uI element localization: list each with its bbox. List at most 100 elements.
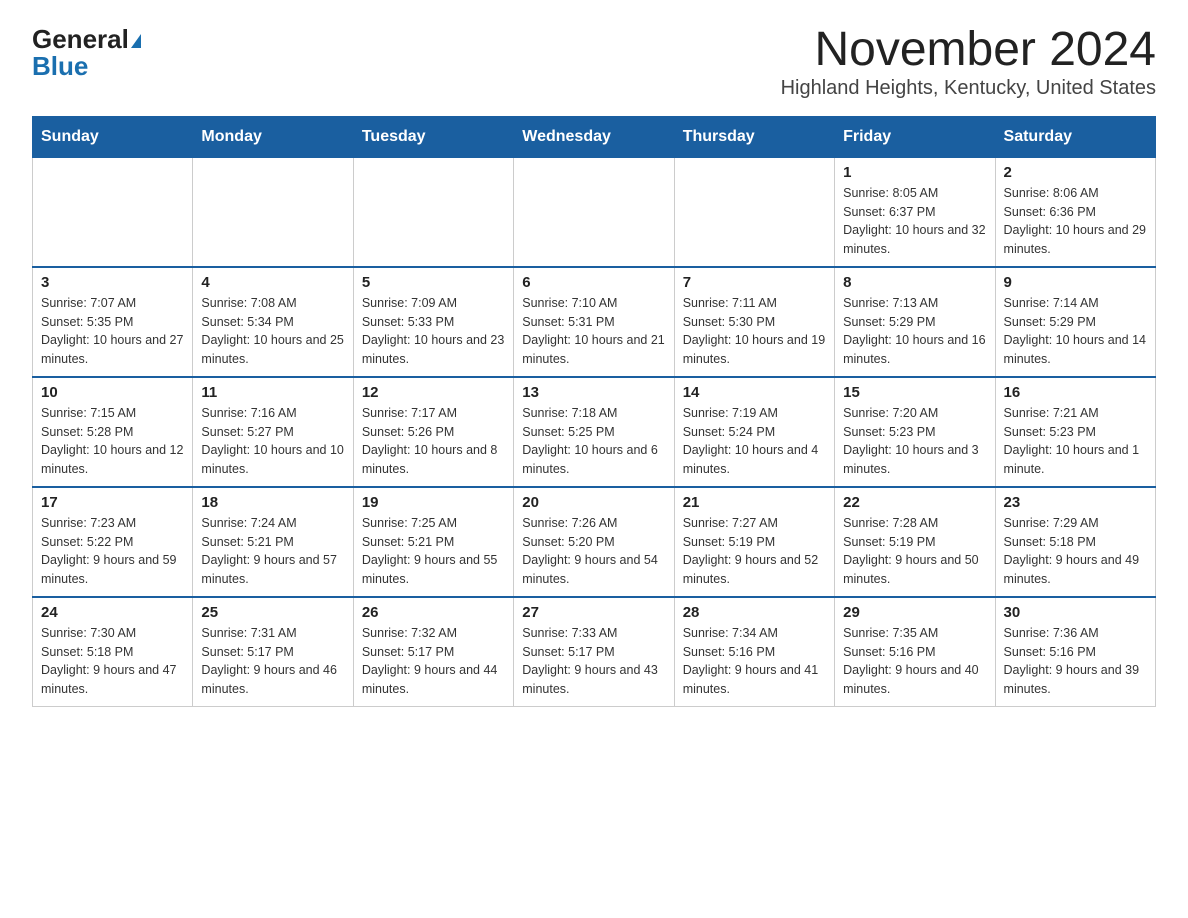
day-number: 2: [1004, 164, 1147, 181]
sun-info: Sunrise: 7:23 AMSunset: 5:22 PMDaylight:…: [41, 514, 184, 589]
day-number: 24: [41, 604, 184, 621]
table-row: [33, 157, 193, 267]
day-number: 26: [362, 604, 505, 621]
sun-info: Sunrise: 7:26 AMSunset: 5:20 PMDaylight:…: [522, 514, 665, 589]
day-number: 10: [41, 384, 184, 401]
table-row: 20 Sunrise: 7:26 AMSunset: 5:20 PMDayligh…: [514, 487, 674, 597]
calendar-header-row: Sunday Monday Tuesday Wednesday Thursday…: [33, 117, 1156, 157]
day-number: 22: [843, 494, 986, 511]
table-row: 9 Sunrise: 7:14 AMSunset: 5:29 PMDaylight…: [995, 267, 1155, 377]
table-row: 15 Sunrise: 7:20 AMSunset: 5:23 PMDayligh…: [835, 377, 995, 487]
day-number: 3: [41, 274, 184, 291]
table-row: 10Sunrise: 7:15 AMSunset: 5:28 PMDayligh…: [33, 377, 193, 487]
sun-info: Sunrise: 7:21 AMSunset: 5:23 PMDaylight:…: [1004, 404, 1147, 479]
table-row: 30 Sunrise: 7:36 AMSunset: 5:16 PMDayligh…: [995, 597, 1155, 707]
sun-info: Sunrise: 7:34 AMSunset: 5:16 PMDaylight:…: [683, 624, 826, 699]
sun-info: Sunrise: 7:17 AMSunset: 5:26 PMDaylight:…: [362, 404, 505, 479]
sun-info: Sunrise: 7:10 AMSunset: 5:31 PMDaylight:…: [522, 294, 665, 369]
sun-info: Sunrise: 7:16 AMSunset: 5:27 PMDaylight:…: [201, 404, 344, 479]
sun-info: Sunrise: 7:36 AMSunset: 5:16 PMDaylight:…: [1004, 624, 1147, 699]
table-row: 3 Sunrise: 7:07 AMSunset: 5:35 PMDaylight…: [33, 267, 193, 377]
page-header: General Blue November 2024 Highland Heig…: [32, 24, 1156, 100]
table-row: 27Sunrise: 7:33 AMSunset: 5:17 PMDayligh…: [514, 597, 674, 707]
sun-info: Sunrise: 7:19 AMSunset: 5:24 PMDaylight:…: [683, 404, 826, 479]
header-tuesday: Tuesday: [353, 117, 513, 157]
table-row: 8Sunrise: 7:13 AMSunset: 5:29 PMDaylight…: [835, 267, 995, 377]
day-number: 12: [362, 384, 505, 401]
table-row: 23 Sunrise: 7:29 AMSunset: 5:18 PMDayligh…: [995, 487, 1155, 597]
day-number: 15: [843, 384, 986, 401]
sun-info: Sunrise: 7:09 AMSunset: 5:33 PMDaylight:…: [362, 294, 505, 369]
header-monday: Monday: [193, 117, 353, 157]
table-row: 17 Sunrise: 7:23 AMSunset: 5:22 PMDayligh…: [33, 487, 193, 597]
calendar-week-4: 17 Sunrise: 7:23 AMSunset: 5:22 PMDayligh…: [33, 487, 1156, 597]
table-row: 13 Sunrise: 7:18 AMSunset: 5:25 PMDayligh…: [514, 377, 674, 487]
table-row: 2 Sunrise: 8:06 AMSunset: 6:36 PMDaylight…: [995, 157, 1155, 267]
logo-triangle-icon: [131, 34, 141, 48]
day-number: 6: [522, 274, 665, 291]
day-number: 23: [1004, 494, 1147, 511]
sun-info: Sunrise: 7:33 AMSunset: 5:17 PMDaylight:…: [522, 624, 665, 699]
table-row: 14Sunrise: 7:19 AMSunset: 5:24 PMDayligh…: [674, 377, 834, 487]
header-thursday: Thursday: [674, 117, 834, 157]
calendar-week-1: 1 Sunrise: 8:05 AMSunset: 6:37 PMDaylight…: [33, 157, 1156, 267]
table-row: 24Sunrise: 7:30 AMSunset: 5:18 PMDayligh…: [33, 597, 193, 707]
day-number: 20: [522, 494, 665, 511]
calendar-title-area: November 2024 Highland Heights, Kentucky…: [781, 24, 1156, 100]
sun-info: Sunrise: 7:35 AMSunset: 5:16 PMDaylight:…: [843, 624, 986, 699]
day-number: 5: [362, 274, 505, 291]
day-number: 28: [683, 604, 826, 621]
day-number: 4: [201, 274, 344, 291]
table-row: 1 Sunrise: 8:05 AMSunset: 6:37 PMDaylight…: [835, 157, 995, 267]
table-row: [674, 157, 834, 267]
sun-info: Sunrise: 7:25 AMSunset: 5:21 PMDaylight:…: [362, 514, 505, 589]
sun-info: Sunrise: 7:20 AMSunset: 5:23 PMDaylight:…: [843, 404, 986, 479]
day-number: 13: [522, 384, 665, 401]
header-sunday: Sunday: [33, 117, 193, 157]
table-row: 4 Sunrise: 7:08 AMSunset: 5:34 PMDaylight…: [193, 267, 353, 377]
sun-info: Sunrise: 8:06 AMSunset: 6:36 PMDaylight:…: [1004, 184, 1147, 259]
table-row: 25 Sunrise: 7:31 AMSunset: 5:17 PMDayligh…: [193, 597, 353, 707]
sun-info: Sunrise: 7:14 AMSunset: 5:29 PMDaylight:…: [1004, 294, 1147, 369]
day-number: 21: [683, 494, 826, 511]
table-row: 12 Sunrise: 7:17 AMSunset: 5:26 PMDayligh…: [353, 377, 513, 487]
table-row: 19 Sunrise: 7:25 AMSunset: 5:21 PMDayligh…: [353, 487, 513, 597]
table-row: 29 Sunrise: 7:35 AMSunset: 5:16 PMDayligh…: [835, 597, 995, 707]
sun-info: Sunrise: 7:08 AMSunset: 5:34 PMDaylight:…: [201, 294, 344, 369]
day-number: 1: [843, 164, 986, 181]
day-number: 30: [1004, 604, 1147, 621]
day-number: 29: [843, 604, 986, 621]
sun-info: Sunrise: 7:31 AMSunset: 5:17 PMDaylight:…: [201, 624, 344, 699]
sun-info: Sunrise: 7:07 AMSunset: 5:35 PMDaylight:…: [41, 294, 184, 369]
calendar-week-5: 24Sunrise: 7:30 AMSunset: 5:18 PMDayligh…: [33, 597, 1156, 707]
table-row: [514, 157, 674, 267]
calendar-week-2: 3 Sunrise: 7:07 AMSunset: 5:35 PMDaylight…: [33, 267, 1156, 377]
day-number: 7: [683, 274, 826, 291]
day-number: 25: [201, 604, 344, 621]
sun-info: Sunrise: 7:29 AMSunset: 5:18 PMDaylight:…: [1004, 514, 1147, 589]
sun-info: Sunrise: 7:24 AMSunset: 5:21 PMDaylight:…: [201, 514, 344, 589]
table-row: [193, 157, 353, 267]
day-number: 16: [1004, 384, 1147, 401]
sun-info: Sunrise: 7:28 AMSunset: 5:19 PMDaylight:…: [843, 514, 986, 589]
day-number: 19: [362, 494, 505, 511]
logo: General Blue: [32, 24, 141, 82]
table-row: 26Sunrise: 7:32 AMSunset: 5:17 PMDayligh…: [353, 597, 513, 707]
day-number: 17: [41, 494, 184, 511]
table-row: [353, 157, 513, 267]
table-row: 28 Sunrise: 7:34 AMSunset: 5:16 PMDayligh…: [674, 597, 834, 707]
day-number: 9: [1004, 274, 1147, 291]
calendar-week-3: 10Sunrise: 7:15 AMSunset: 5:28 PMDayligh…: [33, 377, 1156, 487]
sun-info: Sunrise: 7:18 AMSunset: 5:25 PMDaylight:…: [522, 404, 665, 479]
location-subtitle: Highland Heights, Kentucky, United State…: [781, 77, 1156, 100]
calendar-table: Sunday Monday Tuesday Wednesday Thursday…: [32, 116, 1156, 708]
header-saturday: Saturday: [995, 117, 1155, 157]
sun-info: Sunrise: 7:11 AMSunset: 5:30 PMDaylight:…: [683, 294, 826, 369]
table-row: 7 Sunrise: 7:11 AMSunset: 5:30 PMDaylight…: [674, 267, 834, 377]
header-friday: Friday: [835, 117, 995, 157]
month-year-title: November 2024: [781, 24, 1156, 77]
logo-blue-text: Blue: [32, 51, 88, 82]
day-number: 11: [201, 384, 344, 401]
table-row: 18Sunrise: 7:24 AMSunset: 5:21 PMDayligh…: [193, 487, 353, 597]
sun-info: Sunrise: 8:05 AMSunset: 6:37 PMDaylight:…: [843, 184, 986, 259]
